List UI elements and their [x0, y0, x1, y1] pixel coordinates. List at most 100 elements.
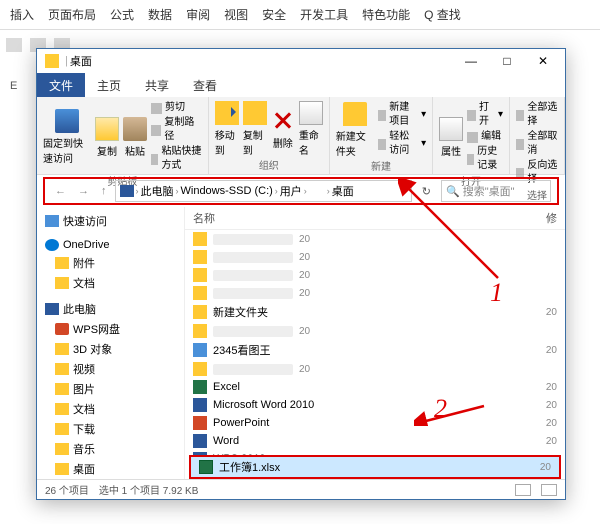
pc-icon — [120, 185, 134, 197]
rename-button[interactable]: 重命名 — [299, 101, 323, 157]
edit-button[interactable]: 编辑 — [467, 130, 503, 144]
tab-file[interactable]: 文件 — [37, 73, 85, 98]
folder-icon — [193, 268, 207, 282]
sidebar-item-wps[interactable]: WPS网盘 — [37, 319, 184, 339]
file-row[interactable]: 20 — [185, 284, 565, 302]
sidebar-item-documents[interactable]: 文档 — [37, 273, 184, 293]
file-date: 20 — [299, 234, 310, 245]
minimize-button[interactable]: — — [453, 49, 489, 73]
file-row[interactable]: 新建文件夹20 — [185, 302, 565, 322]
ribbon: 固定到快速访问 复制 粘贴 剪切 复制路径 粘贴快捷方式 剪贴板 移动到 复制到… — [37, 97, 565, 175]
easy-access-button[interactable]: 轻松访问▾ — [378, 130, 426, 158]
move-to-button[interactable]: 移动到 — [215, 101, 239, 157]
file-row[interactable]: 2345看图王 20 — [185, 340, 565, 360]
close-button[interactable]: ✕ — [525, 49, 561, 73]
window-title: 桌面 — [70, 53, 92, 69]
annotation-number-1: 1 — [490, 278, 503, 308]
img-icon — [193, 343, 207, 357]
properties-button[interactable]: 属性 — [439, 117, 463, 158]
column-headers[interactable]: 名称 修 — [185, 207, 565, 230]
file-date: 20 — [299, 270, 310, 281]
search-input[interactable]: 🔍搜索"桌面" — [441, 180, 551, 202]
sidebar-item-desktop[interactable]: 桌面 — [37, 459, 184, 479]
open-button[interactable]: 打开▾ — [467, 101, 503, 129]
folder-icon — [193, 232, 207, 246]
ppt-icon — [193, 416, 207, 430]
file-name: Word — [213, 435, 540, 447]
file-name-blurred — [213, 270, 293, 281]
view-details-button[interactable] — [515, 484, 531, 496]
file-name-blurred — [213, 234, 293, 245]
file-date: 20 — [546, 436, 557, 447]
refresh-button[interactable]: ↻ — [416, 185, 437, 198]
select-all-button[interactable]: 全部选择 — [516, 101, 558, 129]
file-row-selected[interactable]: 工作簿1.xlsx 20 — [189, 455, 561, 479]
sidebar-item-attachments[interactable]: 附件 — [37, 253, 184, 273]
status-bar: 26 个项目 选中 1 个项目 7.92 KB — [37, 479, 565, 499]
titlebar[interactable]: | 桌面 — □ ✕ — [37, 49, 565, 73]
file-date: 20 — [546, 345, 557, 356]
file-name: PowerPoint — [213, 417, 540, 429]
up-button[interactable]: ↑ — [97, 185, 111, 197]
new-folder-button[interactable]: 新建文件夹 — [336, 102, 375, 158]
select-none-button[interactable]: 全部取消 — [516, 130, 558, 158]
sidebar-item-music[interactable]: 音乐 — [37, 439, 184, 459]
breadcrumb[interactable]: ›此电脑 ›Windows-SSD (C:) ›用户 › ›桌面 — [115, 180, 412, 202]
copy-to-button[interactable]: 复制到 — [243, 101, 267, 157]
new-item-button[interactable]: 新建项目▾ — [378, 101, 426, 129]
spreadsheet-column-e: E — [10, 80, 17, 92]
file-name-blurred — [213, 252, 293, 263]
file-name-blurred — [213, 326, 293, 337]
copy-path-button[interactable]: 复制路径 — [151, 116, 202, 144]
file-row[interactable]: 20 — [185, 248, 565, 266]
file-name: 2345看图王 — [213, 342, 540, 358]
sidebar-item-documents2[interactable]: 文档 — [37, 399, 184, 419]
excel-icon — [193, 380, 207, 394]
address-bar: ← → ↑ ›此电脑 ›Windows-SSD (C:) ›用户 › ›桌面 ↻… — [43, 177, 559, 205]
file-date: 20 — [299, 364, 310, 375]
navigation-pane[interactable]: 快速访问 OneDrive 附件 文档 此电脑 WPS网盘 3D 对象 视频 图… — [37, 207, 185, 479]
file-name-blurred — [213, 288, 293, 299]
back-button[interactable]: ← — [51, 185, 70, 197]
file-date: 20 — [546, 400, 557, 411]
view-icons-button[interactable] — [541, 484, 557, 496]
file-row[interactable]: Microsoft Word 2010 20 — [185, 396, 565, 414]
folder-icon — [45, 54, 59, 68]
sidebar-item-onedrive[interactable]: OneDrive — [37, 237, 184, 253]
history-button[interactable]: 历史记录 — [467, 145, 503, 173]
file-date: 20 — [299, 288, 310, 299]
forward-button[interactable]: → — [74, 185, 93, 197]
file-row[interactable]: 20 — [185, 360, 565, 378]
folder-icon — [193, 250, 207, 264]
file-row[interactable]: Excel20 — [185, 378, 565, 396]
pin-button[interactable]: 固定到快速访问 — [43, 109, 91, 165]
sidebar-item-downloads[interactable]: 下载 — [37, 419, 184, 439]
file-row[interactable]: 20 — [185, 322, 565, 340]
copy-button[interactable]: 复制 — [95, 117, 119, 158]
sidebar-item-pictures[interactable]: 图片 — [37, 379, 184, 399]
sidebar-item-quick-access[interactable]: 快速访问 — [37, 211, 184, 231]
file-name: Microsoft Word 2010 — [213, 399, 540, 411]
word-icon — [193, 434, 207, 448]
file-row[interactable]: Word 20 — [185, 432, 565, 450]
delete-button[interactable]: 删除 — [271, 109, 295, 150]
folder-icon — [193, 362, 207, 376]
file-row[interactable]: 20 — [185, 266, 565, 284]
tab-home[interactable]: 主页 — [85, 73, 133, 98]
maximize-button[interactable]: □ — [489, 49, 525, 73]
file-name: Excel — [213, 381, 540, 393]
tab-view[interactable]: 查看 — [181, 73, 229, 98]
file-row[interactable]: PowerPoint20 — [185, 414, 565, 432]
folder-icon — [193, 324, 207, 338]
paste-shortcut-button[interactable]: 粘贴快捷方式 — [151, 145, 202, 173]
paste-button[interactable]: 粘贴 — [123, 117, 147, 158]
word-icon — [193, 398, 207, 412]
file-list: 名称 修 20202020新建文件夹20202345看图王2020Excel20… — [185, 207, 565, 479]
sidebar-item-3d[interactable]: 3D 对象 — [37, 339, 184, 359]
sidebar-item-this-pc[interactable]: 此电脑 — [37, 299, 184, 319]
sidebar-item-videos[interactable]: 视频 — [37, 359, 184, 379]
file-date: 20 — [299, 326, 310, 337]
tab-share[interactable]: 共享 — [133, 73, 181, 98]
cut-button[interactable]: 剪切 — [151, 101, 202, 115]
file-row[interactable]: 20 — [185, 230, 565, 248]
